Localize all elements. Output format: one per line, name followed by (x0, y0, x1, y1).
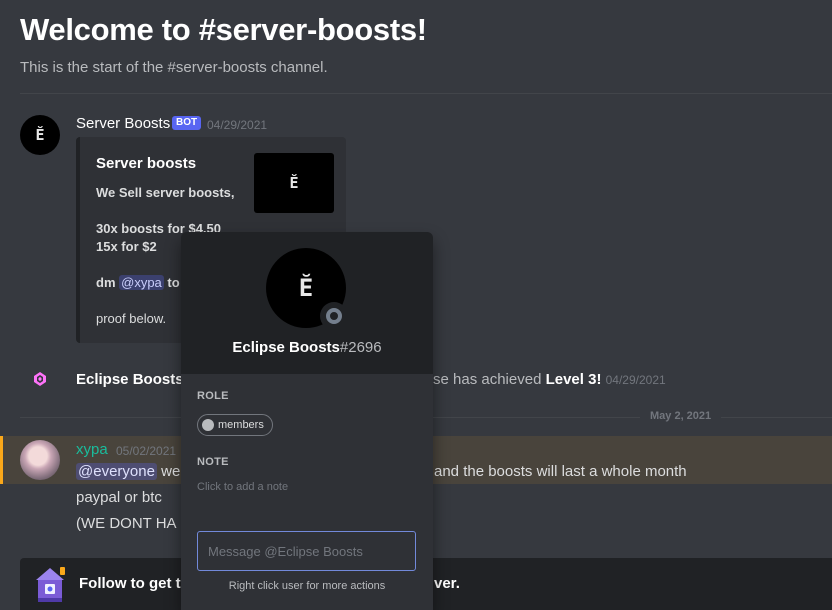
message-timestamp[interactable]: 04/29/2021 (207, 118, 267, 132)
role-color-dot[interactable] (202, 419, 214, 431)
message-timestamp[interactable]: 05/02/2021 (116, 444, 176, 458)
user-mention-xypa[interactable]: @xypa (119, 275, 164, 290)
note-input[interactable]: Click to add a note (197, 481, 288, 493)
channel-welcome-subtitle: This is the start of the #server-boosts … (20, 59, 328, 76)
role-pill-members[interactable]: members (197, 414, 273, 436)
message-timestamp[interactable]: 04/29/2021 (606, 373, 666, 387)
system-message-left: Eclipse Boosts j (76, 371, 191, 388)
announcement-house-icon (36, 567, 65, 602)
embed-line: We Sell server boosts, (96, 185, 235, 200)
popout-footer-hint: Right click user for more actions (228, 580, 386, 592)
eclipse-logo-icon: Ĕ (289, 174, 299, 192)
popout-username-name: Eclipse Boosts (232, 339, 340, 356)
system-message-text: se has achieved (433, 371, 542, 388)
divider (20, 93, 832, 94)
system-message-level: Level 3! (545, 371, 602, 388)
embed-line: 15x for $2 (96, 239, 157, 254)
eclipse-logo-icon: Ĕ (35, 126, 45, 144)
xypa-avatar[interactable] (20, 440, 60, 480)
embed-dm-line: dm @xypa to p (96, 275, 191, 290)
everyone-mention[interactable]: @everyone (76, 463, 157, 480)
embed-dm-prefix: dm (96, 275, 116, 290)
popout-username[interactable]: Eclipse Boosts#2696 (181, 339, 433, 356)
role-section-label: ROLE (197, 390, 229, 402)
channel-welcome-title: Welcome to #server-boosts! (20, 12, 427, 47)
role-name: members (218, 419, 264, 431)
server-boosts-avatar[interactable]: Ĕ (20, 115, 60, 155)
follow-text-right: ver. (434, 575, 460, 592)
message-line: (WE DONT HA (76, 515, 177, 532)
user-profile-popout: Ĕ Eclipse Boosts#2696 ROLE members NOTE … (181, 232, 433, 610)
message-fragment: and the boosts will last a whole month (434, 463, 687, 480)
direct-message-input[interactable] (197, 531, 416, 571)
message-author-server-boosts[interactable]: Server Boosts (76, 115, 170, 132)
date-divider-label: May 2, 2021 (640, 410, 722, 422)
popout-discriminator: #2696 (339, 339, 382, 356)
message-line: @everyone we h (76, 463, 193, 480)
follow-text-left: Follow to get th (79, 575, 190, 592)
status-dot (326, 308, 342, 324)
message-line: paypal or btc (76, 489, 162, 506)
server-boost-gem-icon (34, 372, 46, 386)
system-message-right: se has achieved Level 3! 04/29/2021 (433, 371, 666, 388)
embed-title: Server boosts (96, 155, 197, 172)
bot-badge: BOT (172, 116, 202, 130)
system-message-author[interactable]: Eclipse Boosts (76, 371, 184, 388)
note-section-label: NOTE (197, 456, 229, 468)
eclipse-logo-icon: Ĕ (298, 274, 314, 302)
message-author-xypa[interactable]: xypa (76, 441, 108, 458)
embed-proof-text: proof below. (96, 311, 167, 326)
offline-status-icon (320, 302, 348, 330)
popout-header: Ĕ Eclipse Boosts#2696 (181, 232, 433, 374)
embed-thumbnail[interactable]: Ĕ (254, 153, 334, 213)
